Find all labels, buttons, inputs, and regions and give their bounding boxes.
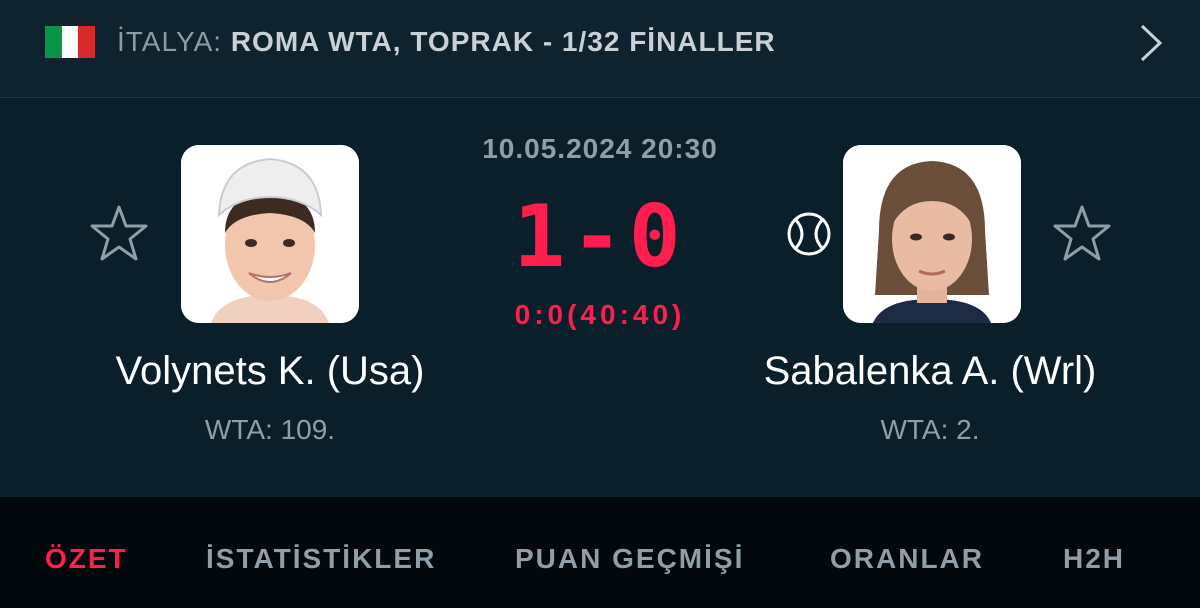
player-rank-home: WTA: 109. bbox=[204, 414, 336, 445]
player-photo-away[interactable] bbox=[843, 145, 1021, 323]
player-avatar-home-image bbox=[181, 145, 359, 323]
match-header[interactable]: İTALYA: ROMA WTA, TOPRAK - 1/32 FİNALLER bbox=[0, 0, 1200, 98]
tab-summary[interactable]: ÖZET bbox=[45, 543, 128, 575]
flag-stripe-red bbox=[78, 26, 95, 58]
match-tabs: ÖZET İSTATİSTİKLER PUAN GEÇMİŞİ ORANLAR … bbox=[0, 497, 1200, 608]
flag-stripe-green bbox=[45, 26, 62, 58]
match-datetime: 10.05.2024 20:30 bbox=[482, 133, 718, 164]
chevron-right-icon[interactable] bbox=[1132, 20, 1168, 66]
player-name-home[interactable]: Volynets K. (Usa) bbox=[60, 349, 480, 394]
tab-odds[interactable]: ORANLAR bbox=[830, 543, 984, 575]
tab-h2h[interactable]: H2H bbox=[1063, 543, 1125, 575]
player-name-away[interactable]: Sabalenka A. (Wrl) bbox=[720, 349, 1140, 394]
favorite-star-icon-away[interactable] bbox=[1052, 204, 1112, 264]
tab-point-history[interactable]: PUAN GEÇMİŞİ bbox=[515, 543, 744, 575]
league-label: ROMA WTA, TOPRAK - 1/32 FİNALLER bbox=[230, 26, 776, 57]
player-photo-home[interactable] bbox=[181, 145, 359, 323]
country-label: İTALYA: bbox=[117, 26, 223, 57]
match-score: 1-0 bbox=[513, 187, 687, 287]
current-game-score: 0:0(40:40) bbox=[514, 299, 686, 330]
tab-statistics[interactable]: İSTATİSTİKLER bbox=[206, 543, 436, 575]
flag-stripe-white bbox=[61, 26, 79, 58]
player-avatar-away-image bbox=[843, 145, 1021, 323]
tennis-ball-icon bbox=[787, 212, 831, 256]
match-summary: 10.05.2024 20:30 1-0 0:0(40:40) Volynets… bbox=[0, 99, 1200, 497]
player-rank-away: WTA: 2. bbox=[880, 414, 980, 445]
italy-flag-icon bbox=[45, 26, 95, 58]
favorite-star-icon-home[interactable] bbox=[89, 204, 149, 264]
tournament-title: İTALYA: ROMA WTA, TOPRAK - 1/32 FİNALLER bbox=[117, 26, 776, 58]
